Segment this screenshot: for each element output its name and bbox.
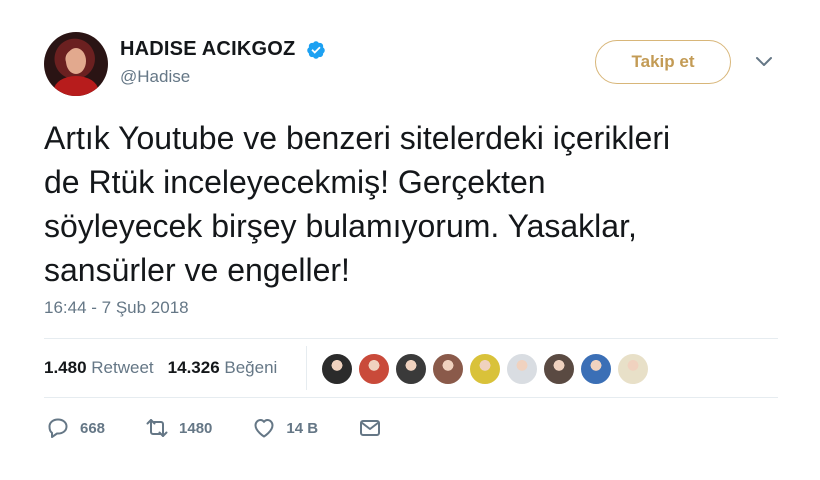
- reply-count: 668: [80, 419, 106, 437]
- avatar-face: [66, 48, 86, 74]
- retweet-action-count: 1480: [179, 419, 213, 437]
- liker-avatar-9[interactable]: [616, 352, 650, 386]
- liker-avatar-4[interactable]: [431, 352, 465, 386]
- retweet-count: 1.480: [44, 358, 87, 377]
- tweet-timestamp[interactable]: 16:44 - 7 Şub 2018: [44, 298, 189, 318]
- author-handle[interactable]: @Hadise: [120, 67, 326, 87]
- retweet-button[interactable]: 1480: [145, 416, 212, 440]
- liker-avatar-2[interactable]: [357, 352, 391, 386]
- heart-icon: [254, 419, 274, 438]
- liker-avatar-3[interactable]: [394, 352, 428, 386]
- liker-avatar-1[interactable]: [320, 352, 354, 386]
- chevron-down-icon[interactable]: [754, 54, 774, 70]
- author-avatar[interactable]: [44, 32, 108, 96]
- reply-button[interactable]: 668: [46, 416, 105, 440]
- engagement-stats: 1.480 Retweet 14.326 Beğeni: [44, 358, 291, 378]
- liker-avatar-6[interactable]: [505, 352, 539, 386]
- verified-badge-icon: [307, 40, 325, 59]
- liker-avatar-7[interactable]: [542, 352, 576, 386]
- divider-bottom: [44, 397, 778, 398]
- retweet-label: Retweet: [91, 358, 154, 377]
- tweet-actions: 668 1480 14 B: [46, 416, 422, 440]
- message-button[interactable]: [358, 416, 382, 440]
- reply-icon: [48, 418, 68, 438]
- liker-avatar-8[interactable]: [579, 352, 613, 386]
- like-count: 14.326: [167, 358, 220, 377]
- liker-avatar-5[interactable]: [468, 352, 502, 386]
- author-name-block: HADISE ACIKGOZ @Hadise: [120, 38, 326, 87]
- likers-avatars: [320, 352, 653, 386]
- avatar-shoulders: [54, 76, 98, 96]
- retweet-icon: [146, 419, 168, 437]
- tweet-text: Artık Youtube ve benzeri sitelerdeki içe…: [44, 120, 671, 288]
- like-action-count: 14 B: [286, 419, 319, 437]
- follow-button[interactable]: Takip et: [595, 40, 731, 84]
- author-display-name[interactable]: HADISE ACIKGOZ: [120, 38, 295, 61]
- retweet-stat[interactable]: 1.480 Retweet: [44, 358, 154, 378]
- stats-separator: [306, 346, 307, 390]
- like-stat[interactable]: 14.326 Beğeni: [168, 358, 278, 378]
- like-button[interactable]: 14 B: [252, 416, 318, 440]
- like-label: Beğeni: [224, 358, 278, 377]
- divider-top: [44, 338, 778, 339]
- envelope-icon: [360, 420, 381, 436]
